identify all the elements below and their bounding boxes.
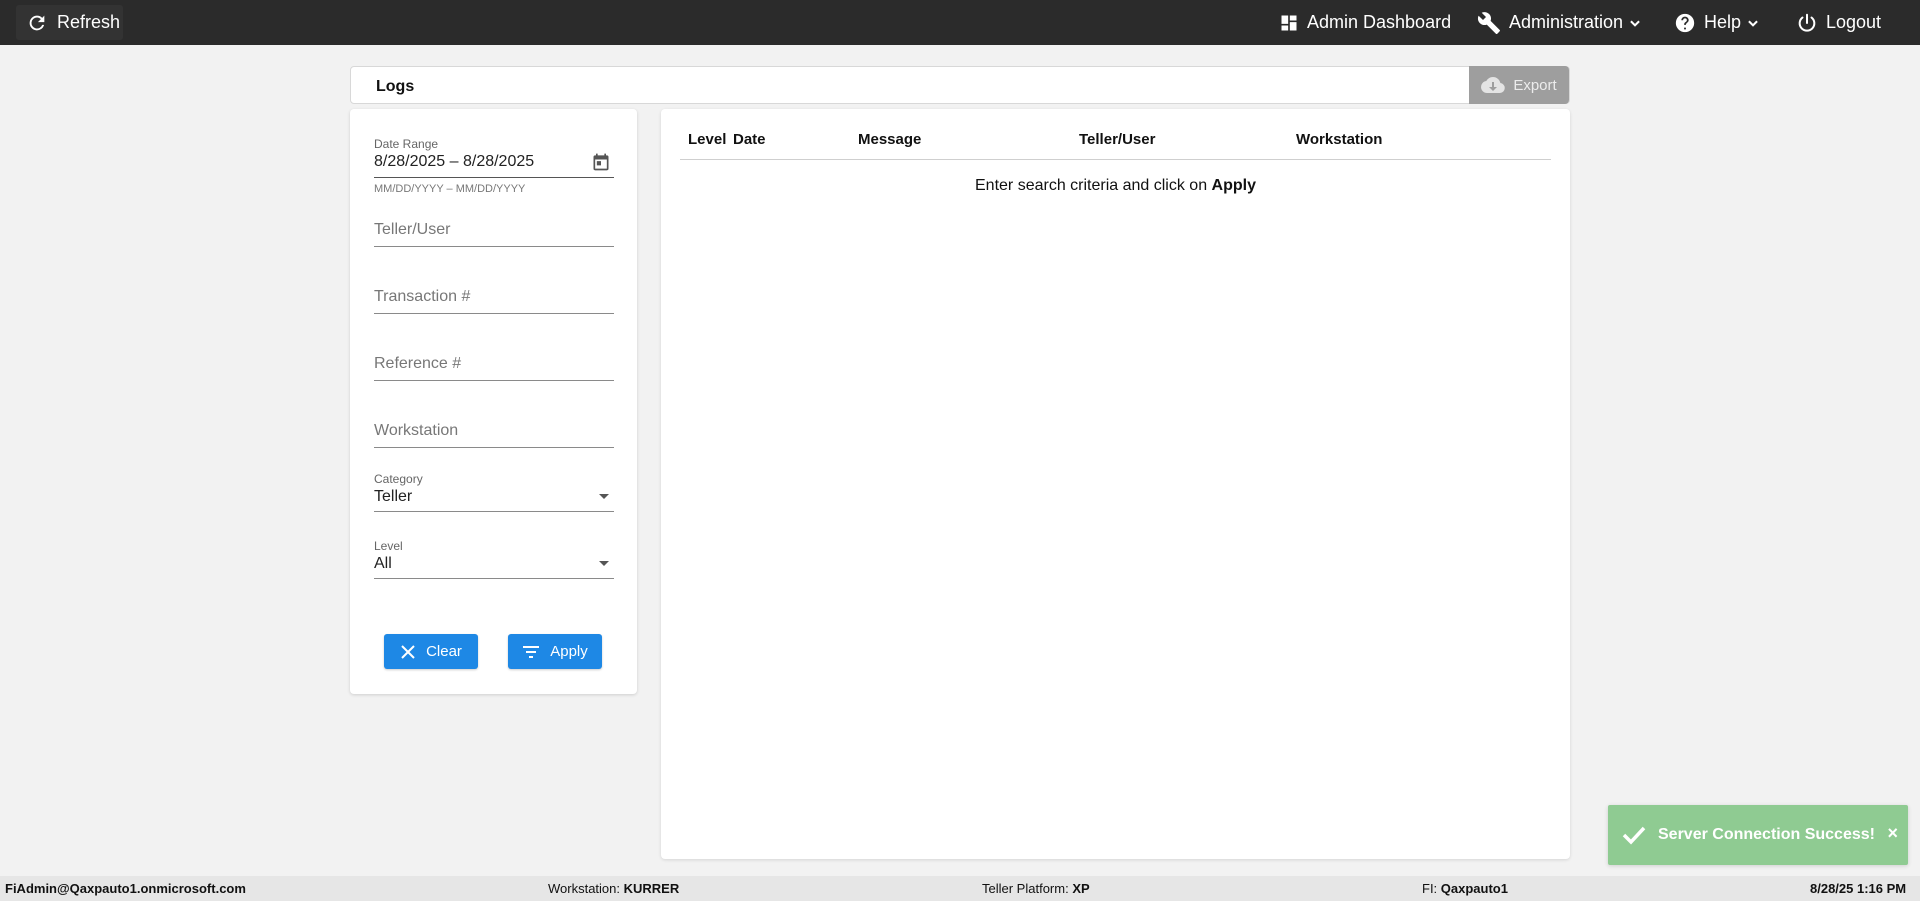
dashboard-icon [1281, 15, 1297, 30]
page-title: Logs [376, 78, 415, 95]
clear-button[interactable]: Clear [384, 634, 478, 669]
help-label: Help [1704, 12, 1742, 32]
footer-fi-label: FI: [1422, 881, 1441, 896]
reference-number-placeholder: Reference # [374, 355, 462, 372]
date-range-underline [374, 177, 614, 178]
refresh-button[interactable]: Refresh [16, 5, 123, 40]
category-label: Category [374, 472, 423, 486]
refresh-icon [29, 15, 45, 30]
category-select[interactable]: Category Teller [374, 472, 614, 514]
transaction-number-input[interactable]: Transaction # [374, 288, 614, 324]
column-header-level[interactable]: Level [688, 131, 726, 148]
footer-datetime-value: 8/28/25 1:16 PM [1810, 881, 1907, 896]
admin-dashboard-label: Admin Dashboard [1307, 12, 1452, 32]
calendar-icon[interactable] [591, 152, 611, 172]
footer-user-value: FiAdmin@Qaxpauto1.onmicrosoft.com [5, 881, 246, 896]
footer-workstation-value: KURRER [623, 881, 680, 896]
close-icon [401, 644, 415, 659]
footer-workstation-label: Workstation: [548, 881, 624, 896]
footer-platform: Teller Platform: XP [982, 881, 1090, 896]
level-value: All [374, 555, 392, 572]
empty-state-message: Enter search criteria and click on Apply [661, 177, 1570, 195]
logout-button[interactable]: Logout [1796, 0, 1881, 45]
logout-label: Logout [1826, 12, 1882, 32]
column-header-teller-user[interactable]: Teller/User [1079, 131, 1155, 148]
export-label: Export [1513, 76, 1557, 94]
date-range-hint: MM/DD/YYYY – MM/DD/YYYY [374, 183, 526, 195]
footer-platform-label: Teller Platform: [982, 881, 1073, 896]
date-range-label: Date Range [374, 137, 439, 151]
check-icon [1622, 826, 1646, 845]
footer-user: FiAdmin@Qaxpauto1.onmicrosoft.com [5, 881, 246, 896]
chevron-down-icon [1630, 20, 1640, 27]
cloud-download-icon [1481, 77, 1506, 93]
toast-message: Server Connection Success! [1658, 826, 1875, 843]
help-icon [1675, 13, 1695, 32]
power-icon [1798, 13, 1816, 32]
level-label: Level [374, 539, 403, 553]
apply-label: Apply [550, 643, 588, 660]
footer-datetime: 8/28/25 1:16 PM [1810, 881, 1906, 896]
reference-number-underline [374, 380, 614, 381]
transaction-number-placeholder: Transaction # [374, 288, 471, 305]
apply-button[interactable]: Apply [508, 634, 602, 669]
transaction-number-underline [374, 313, 614, 314]
export-button[interactable]: Export [1469, 66, 1569, 104]
status-footer: FiAdmin@Qaxpauto1.onmicrosoft.com Workst… [0, 876, 1920, 901]
table-header-divider [680, 159, 1551, 160]
footer-fi: FI: Qaxpauto1 [1422, 881, 1508, 896]
level-select[interactable]: Level All [374, 539, 614, 581]
filter-panel: Date Range 8/28/2025 – 8/28/2025 MM/DD/Y… [350, 109, 637, 694]
toast-close-icon[interactable]: × [1887, 823, 1898, 844]
category-value: Teller [374, 488, 413, 505]
workstation-placeholder: Workstation [374, 422, 459, 439]
admin-dashboard-link[interactable]: Admin Dashboard [1279, 0, 1451, 45]
teller-user-underline [374, 246, 614, 247]
column-header-message[interactable]: Message [858, 131, 921, 148]
footer-fi-value: Qaxpauto1 [1440, 881, 1508, 896]
empty-state-text: Enter search criteria and click on [975, 177, 1212, 194]
category-underline [374, 511, 614, 512]
top-navigation-bar: Refresh Admin Dashboard Administration H… [0, 0, 1920, 45]
workstation-underline [374, 447, 614, 448]
dropdown-arrow-icon[interactable] [599, 494, 609, 499]
column-header-date[interactable]: Date [733, 131, 766, 148]
footer-platform-value: XP [1072, 881, 1090, 896]
clear-label: Clear [426, 643, 462, 660]
administration-menu[interactable]: Administration [1477, 0, 1642, 45]
date-range-input[interactable]: 8/28/2025 – 8/28/2025 [374, 153, 614, 171]
footer-workstation: Workstation: KURRER [548, 881, 679, 896]
administration-label: Administration [1509, 12, 1624, 32]
refresh-label: Refresh [57, 12, 121, 32]
wrench-icon [1477, 11, 1500, 34]
teller-user-placeholder: Teller/User [374, 221, 451, 238]
workstation-input[interactable]: Workstation [374, 422, 614, 458]
column-header-workstation[interactable]: Workstation [1296, 131, 1382, 148]
logs-header-card: Logs Export [350, 66, 1570, 104]
dropdown-arrow-icon[interactable] [599, 561, 609, 566]
empty-state-action: Apply [1211, 177, 1256, 194]
success-toast: Server Connection Success! × [1608, 805, 1908, 865]
level-underline [374, 578, 614, 579]
help-menu[interactable]: Help [1674, 0, 1760, 45]
filter-icon [523, 645, 540, 658]
results-panel: Level Date Message Teller/User Workstati… [661, 109, 1570, 859]
chevron-down-icon [1748, 20, 1758, 27]
teller-user-input[interactable]: Teller/User [374, 221, 614, 257]
date-range-field[interactable]: Date Range 8/28/2025 – 8/28/2025 MM/DD/Y… [374, 137, 614, 197]
reference-number-input[interactable]: Reference # [374, 355, 614, 391]
